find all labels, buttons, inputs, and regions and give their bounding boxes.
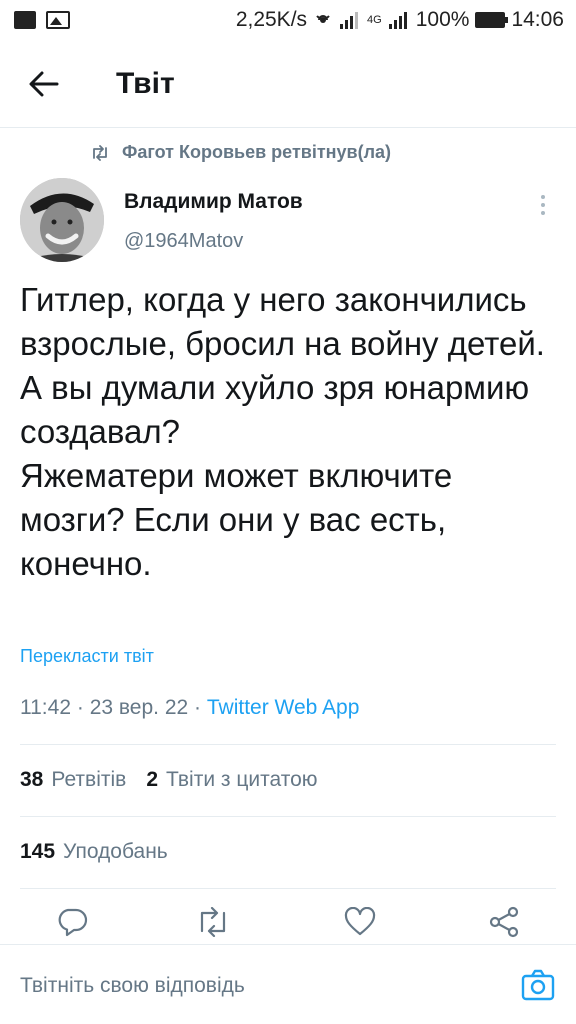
status-bar: 2,25K/s 4G 100% 14:06	[0, 0, 576, 40]
retweet-stats: 38 Ретвітів 2 Твіти з цитатою	[20, 768, 318, 792]
share-button[interactable]	[486, 904, 522, 940]
retweet-icon	[200, 907, 226, 937]
signal-icon-2	[388, 12, 407, 29]
network-speed: 2,25K/s	[235, 8, 308, 31]
retweets-stat[interactable]: 38 Ретвітів	[20, 768, 126, 792]
quotes-label: Твіти з цитатою	[166, 768, 318, 791]
tweet-actions	[0, 900, 576, 944]
author-handle[interactable]: @1964Matov	[124, 230, 243, 253]
meta-separator: ·	[194, 696, 202, 719]
tweet-source-app[interactable]: Twitter Web App	[207, 696, 360, 719]
retweeted-by-text: Фагот Коровьев ретвітнув(ла)	[122, 142, 392, 162]
tweet-meta: 11:42 · 23 вер. 22 · Twitter Web App	[20, 696, 359, 720]
divider	[20, 816, 556, 817]
translate-tweet-link[interactable]: Перекласти твіт	[20, 646, 154, 667]
author-name[interactable]: Владимир Матов	[124, 190, 303, 214]
arrow-left-icon	[29, 71, 59, 96]
page-title: Твіт	[116, 66, 175, 100]
more-dot-icon	[541, 195, 545, 199]
signal-icon	[340, 12, 359, 29]
gallery-notification-icon	[46, 11, 70, 29]
status-right: 2,25K/s 4G 100% 14:06	[236, 8, 564, 32]
battery-percent: 100%	[415, 8, 470, 31]
divider	[20, 888, 556, 889]
status-left	[14, 11, 70, 29]
retweets-label: Ретвітів	[51, 768, 127, 791]
like-icon	[344, 907, 376, 936]
retweeted-by-line[interactable]: Фагот Коровьев ретвітнув(ла)	[90, 142, 391, 163]
more-dot-icon	[541, 203, 545, 207]
likes-stats: 145 Уподобань	[20, 840, 168, 864]
retweets-count: 38	[20, 768, 44, 791]
retweet-button[interactable]	[195, 904, 231, 940]
camera-icon	[521, 969, 555, 1001]
facebook-notification-icon	[14, 11, 36, 29]
tweet-text: Гитлер, когда у него закончились взрослы…	[20, 281, 545, 582]
likes-stat[interactable]: 145 Уподобань	[20, 840, 168, 864]
divider	[20, 744, 556, 745]
network-type: 4G	[367, 14, 382, 26]
battery-icon	[475, 12, 509, 28]
hotspot-icon	[316, 15, 330, 23]
reply-icon	[58, 908, 88, 937]
tweet-time: 11:42	[20, 696, 71, 719]
like-button[interactable]	[342, 904, 378, 940]
more-dot-icon	[541, 211, 545, 215]
avatar-photo-icon	[20, 178, 104, 262]
top-app-bar: Твіт	[0, 40, 576, 128]
reply-composer-bar	[0, 944, 576, 1024]
quotes-stat[interactable]: 2 Твіти з цитатою	[146, 768, 317, 792]
tweet-date: 23 вер. 22	[89, 696, 189, 719]
retweet-small-icon	[93, 144, 107, 161]
quotes-count: 2	[146, 768, 158, 791]
clock: 14:06	[511, 8, 564, 31]
more-options-button[interactable]	[528, 190, 558, 220]
reply-input[interactable]	[20, 971, 480, 1001]
likes-count: 145	[20, 840, 56, 863]
camera-button[interactable]	[520, 967, 556, 1003]
meta-separator: ·	[76, 696, 84, 719]
share-icon	[489, 906, 519, 938]
reply-button[interactable]	[54, 904, 90, 940]
likes-label: Уподобань	[63, 840, 168, 863]
back-button[interactable]	[14, 54, 74, 114]
avatar[interactable]	[20, 178, 104, 262]
